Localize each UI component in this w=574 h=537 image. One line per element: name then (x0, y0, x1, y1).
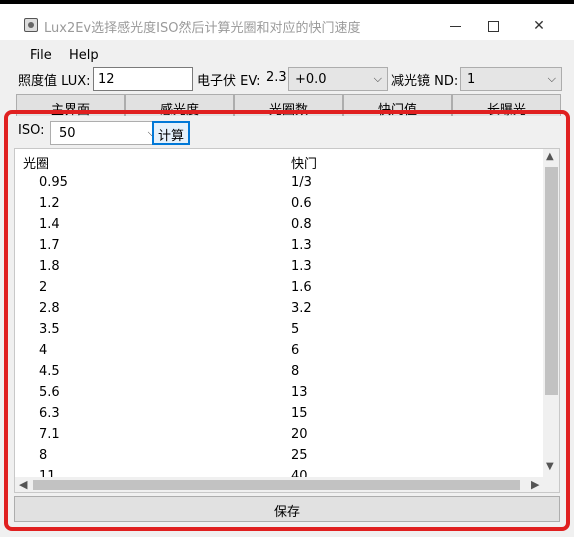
shutter-cell: 13 (291, 385, 308, 400)
result-table: 光圈 快门 0.95 1/3 1.2 0.6 1.4 0.8 1.7 1.3 1.8 1.3 2 1.… (14, 148, 560, 493)
shutter-cell: 25 (291, 448, 308, 463)
shutter-cell: 1.3 (291, 259, 312, 274)
ev-label: 电子伏 EV: (197, 74, 261, 89)
scroll-down-icon[interactable]: ▼ (546, 461, 554, 472)
shutter-cell: 0.8 (291, 217, 312, 232)
iso-row: ISO: 50 ⌵ 计算 (12, 118, 566, 150)
maximize-button[interactable] (470, 8, 516, 44)
vertical-scrollbar[interactable]: ▲ ▼ (543, 149, 559, 477)
shutter-cell: 15 (291, 406, 308, 421)
aperture-cell: 8 (39, 448, 48, 463)
column-header-shutter: 快门 (291, 157, 318, 172)
horizontal-scrollbar[interactable]: ◀ ▶ (15, 477, 559, 492)
nd-select[interactable]: 1 ⌵ (460, 67, 562, 91)
chevron-down-icon: ⌵ (373, 72, 382, 85)
table-row[interactable]: 4.5 8 (15, 362, 543, 383)
shutter-cell: 1.6 (291, 280, 312, 295)
aperture-cell: 1.7 (39, 238, 60, 253)
calculate-button[interactable]: 计算 (152, 121, 190, 145)
maximize-icon (487, 20, 499, 32)
aperture-cell: 2.8 (39, 301, 60, 316)
chevron-down-icon: ⌵ (547, 72, 556, 85)
app-window: Lux2Ev选择感光度ISO然后计算光圈和对应的快门速度 ✕ File Help… (0, 0, 574, 537)
tab-main[interactable]: 主界面 (16, 94, 125, 116)
close-icon: ✕ (533, 18, 545, 34)
iso-value: 50 (59, 126, 76, 141)
tab-iso[interactable]: 感光度 (125, 94, 234, 116)
table-row[interactable]: 2 1.6 (15, 278, 543, 299)
shutter-cell: 8 (291, 364, 300, 379)
ev-offset-select[interactable]: +0.0 ⌵ (288, 67, 388, 91)
shutter-cell: 1.3 (291, 238, 312, 253)
table-row[interactable]: 7.1 20 (15, 425, 543, 446)
menu-file[interactable]: File (30, 48, 52, 63)
minimize-icon (449, 25, 461, 27)
save-button[interactable]: 保存 (14, 496, 560, 522)
lux-label: 照度值 LUX: (18, 74, 91, 89)
tab-shutter[interactable]: 快门值 (343, 94, 452, 116)
table-row[interactable]: 46 (15, 341, 543, 362)
tab-bar: 主界面 感光度 光圈数 快门值 长曝光 (16, 94, 574, 116)
aperture-cell: 2 (39, 280, 48, 295)
table-row[interactable]: 2.8 3.2 (15, 299, 543, 320)
aperture-cell: 4 (39, 343, 48, 358)
close-button[interactable]: ✕ (516, 8, 562, 44)
lux-input[interactable] (93, 67, 193, 91)
tab-aperture[interactable]: 光圈数 (234, 94, 343, 116)
scroll-left-icon[interactable]: ◀ (19, 478, 27, 491)
table-row[interactable]: 0.95 1/3 (15, 173, 543, 194)
vertical-scroll-thumb[interactable] (545, 167, 558, 395)
shutter-cell: 5 (291, 322, 300, 337)
title-bar: Lux2Ev选择感光度ISO然后计算光圈和对应的快门速度 ✕ (0, 0, 574, 40)
shutter-cell: 3.2 (291, 301, 312, 316)
aperture-cell: 3.5 (39, 322, 60, 337)
ev-offset-value: +0.0 (295, 72, 327, 87)
aperture-cell: 0.95 (39, 175, 68, 190)
nd-label: 减光镜 ND: (391, 74, 459, 89)
table-row[interactable]: 1.2 0.6 (15, 194, 543, 215)
table-row[interactable]: 6.3 15 (15, 404, 543, 425)
iso-select[interactable]: 50 ⌵ (50, 121, 162, 145)
table-row[interactable]: 1.8 1.3 (15, 257, 543, 278)
scroll-up-icon[interactable]: ▲ (546, 151, 554, 162)
ev-value: 2.3 (266, 70, 287, 85)
menu-bar: File Help (0, 44, 574, 66)
shutter-cell: 0.6 (291, 196, 312, 211)
aperture-cell: 1.4 (39, 217, 60, 232)
tab-long-exposure[interactable]: 长曝光 (452, 94, 561, 116)
aperture-cell: 1.8 (39, 259, 60, 274)
table-row[interactable]: 8 25 (15, 446, 543, 467)
table-row[interactable]: 1.4 0.8 (15, 215, 543, 236)
table-row[interactable]: 3.5 5 (15, 320, 543, 341)
column-header-aperture: 光圈 (23, 157, 50, 172)
shutter-cell: 1/3 (291, 175, 312, 190)
aperture-cell: 6.3 (39, 406, 60, 421)
table-row[interactable]: 5.6 13 (15, 383, 543, 404)
app-icon (24, 18, 38, 32)
window-title: Lux2Ev选择感光度ISO然后计算光圈和对应的快门速度 (44, 21, 361, 36)
aperture-cell: 5.6 (39, 385, 60, 400)
aperture-cell: 7.1 (39, 427, 60, 442)
horizontal-scroll-thumb[interactable] (33, 480, 520, 490)
aperture-cell: 4.5 (39, 364, 60, 379)
params-row: 照度值 LUX: 电子伏 EV: 2.3 +0.0 ⌵ 减光镜 ND: 1 ⌵ (0, 66, 574, 94)
shutter-cell: 20 (291, 427, 308, 442)
aperture-cell: 1.2 (39, 196, 60, 211)
menu-help[interactable]: Help (69, 48, 99, 63)
nd-value: 1 (467, 72, 476, 87)
shutter-cell: 6 (291, 343, 300, 358)
table-row[interactable]: 1.7 1.3 (15, 236, 543, 257)
scroll-right-icon[interactable]: ▶ (531, 478, 539, 491)
iso-label: ISO: (18, 123, 45, 138)
